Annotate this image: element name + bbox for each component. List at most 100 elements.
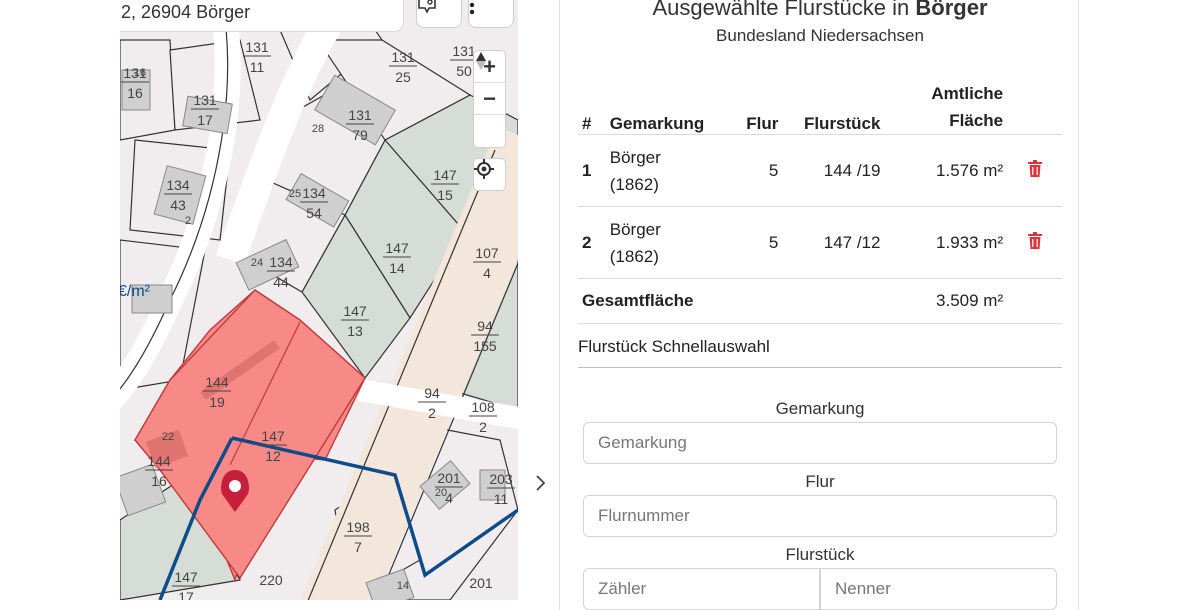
- total-row: Gesamtfläche 3.509 m²: [578, 279, 1062, 324]
- selection-panel: Ausgewählte Flurstücke in Börger Bundesl…: [559, 0, 1079, 610]
- col-num: #: [578, 70, 606, 135]
- gemarkung-name: Börger: [610, 220, 661, 239]
- row-num: 1: [578, 135, 606, 207]
- toggle-panel-button[interactable]: [530, 472, 550, 494]
- zoom-controls: + −: [473, 50, 506, 148]
- col-gemarkung: Gemarkung: [606, 70, 728, 135]
- parcel-number-top: 220: [259, 572, 283, 588]
- more-options-button[interactable]: [468, 0, 514, 28]
- row-delete-cell: [1007, 207, 1062, 279]
- col-actions: [1007, 70, 1062, 135]
- parcel-number-top: 108: [471, 399, 495, 415]
- gemarkung-name: Börger: [610, 148, 661, 167]
- parcel-number-top: 134: [302, 185, 326, 201]
- parcel-number-top: 201: [469, 575, 493, 591]
- comment-pin-icon: [417, 0, 437, 15]
- parcel-number-bottom: 50: [456, 63, 472, 79]
- parcel-table: # Gemarkung Flur Flurstück Amtliche Fläc…: [578, 70, 1062, 324]
- row-gemarkung: Börger (1862): [606, 135, 728, 207]
- flaeche-header-line1: Amtliche: [931, 84, 1003, 103]
- parcel-number-bottom: 13: [347, 323, 363, 339]
- table-header-row: # Gemarkung Flur Flurstück Amtliche Fläc…: [578, 70, 1062, 135]
- panel-title: Ausgewählte Flurstücke in Börger: [560, 0, 1080, 21]
- row-num: 2: [578, 207, 606, 279]
- reset-north-button[interactable]: [474, 115, 505, 147]
- address-text: 22, 26904 Börger: [120, 2, 250, 22]
- row-flaeche: 1.576 m²: [884, 135, 1007, 207]
- row-flurstueck: 144 /19: [782, 135, 884, 207]
- parcel-number-top: 131: [245, 39, 269, 55]
- parcel-number-bottom: 2: [479, 419, 487, 435]
- row-flaeche: 1.933 m²: [884, 207, 1007, 279]
- table-row[interactable]: 1 Börger (1862) 5 144 /19 1.576 m²: [578, 135, 1062, 207]
- parcel-number-bottom: 79: [352, 127, 368, 143]
- parcel-number-top: 147: [433, 167, 457, 183]
- house-number: 16: [134, 67, 146, 79]
- parcel-number-top: 144: [205, 374, 229, 390]
- delete-row-button[interactable]: [1028, 160, 1042, 177]
- title-place: Börger: [915, 0, 987, 20]
- row-flur: 5: [728, 135, 783, 207]
- gemarkung-code: (1862): [610, 247, 659, 266]
- parcel-number-top: 201: [437, 470, 461, 486]
- locate-me-button[interactable]: [473, 158, 506, 191]
- house-number: 14: [397, 580, 409, 592]
- parcel-number-bottom: 4: [483, 265, 491, 281]
- parcel-number-top: 134: [269, 254, 293, 270]
- parcel-number-bottom: 17: [178, 589, 194, 600]
- flurstueck-label: Flurstück: [560, 545, 1080, 565]
- map-canvas[interactable]: 1311113125131501311613117131791344313454…: [120, 0, 518, 600]
- parcel-number-top: 198: [346, 519, 370, 535]
- house-number: 25: [289, 188, 301, 200]
- parcel-number-top: 131: [348, 107, 372, 123]
- gemarkung-input[interactable]: [583, 422, 1057, 464]
- cadastral-map[interactable]: 1311113125131501311613117131791344313454…: [120, 0, 518, 600]
- parcel-number-bottom: 54: [306, 205, 322, 221]
- total-label: Gesamtfläche: [578, 279, 728, 324]
- parcel-label: 220: [259, 572, 283, 588]
- parcel-number-top: 94: [424, 385, 440, 401]
- parcel-number-bottom: 15: [437, 187, 453, 203]
- col-flur: Flur: [728, 70, 783, 135]
- parcel-number-top: 131: [391, 49, 415, 65]
- parcel-number-bottom: 16: [127, 85, 143, 101]
- quick-select-heading: Flurstück Schnellauswahl: [578, 337, 1062, 368]
- parcel-number-top: 134: [166, 177, 190, 193]
- zoom-out-button[interactable]: −: [474, 83, 505, 115]
- zaehler-input[interactable]: [583, 568, 820, 610]
- house-number: 2: [185, 215, 191, 227]
- flur-input[interactable]: [583, 495, 1057, 537]
- parcel-number-top: 147: [261, 428, 285, 444]
- parcel-number-bottom: 14: [389, 260, 405, 276]
- parcel-number-top: 147: [343, 303, 367, 319]
- delete-row-button[interactable]: [1028, 232, 1042, 249]
- parcel-number-top: 203: [489, 471, 513, 487]
- flur-label: Flur: [560, 472, 1080, 492]
- panel-subtitle: Bundesland Niedersachsen: [560, 26, 1080, 46]
- total-value: 3.509 m²: [884, 279, 1007, 324]
- trash-icon: [1028, 232, 1042, 249]
- address-search-bar[interactable]: 22, 26904 Börger: [120, 0, 404, 32]
- parcel-label: 14717: [172, 569, 200, 600]
- parcel-number-bottom: 17: [197, 112, 213, 128]
- col-flaeche: Amtliche Fläche: [884, 70, 1007, 135]
- parcel-number-bottom: 11: [494, 491, 509, 507]
- price-label: €/m²: [120, 283, 150, 301]
- crosshair-icon: [474, 159, 494, 179]
- nenner-input[interactable]: [820, 568, 1057, 610]
- gemarkung-code: (1862): [610, 175, 659, 194]
- more-vertical-icon: [469, 0, 475, 15]
- parcel-number-bottom: 7: [354, 539, 362, 555]
- title-prefix: Ausgewählte Flurstücke in: [652, 0, 909, 20]
- table-row[interactable]: 2 Börger (1862) 5 147 /12 1.933 m²: [578, 207, 1062, 279]
- row-flur: 5: [728, 207, 783, 279]
- parcel-number-top: 147: [174, 569, 198, 585]
- row-flurstueck: 147 /12: [782, 207, 884, 279]
- parcel-number-bottom: 43: [170, 197, 186, 213]
- feedback-button[interactable]: [416, 0, 462, 28]
- parcel-number-bottom: 2: [428, 405, 436, 421]
- parcel-number-top: 144: [147, 453, 171, 469]
- compass-icon: [474, 51, 488, 71]
- parcel-number-bottom: 155: [473, 338, 497, 354]
- parcel-number-bottom: 16: [151, 473, 167, 489]
